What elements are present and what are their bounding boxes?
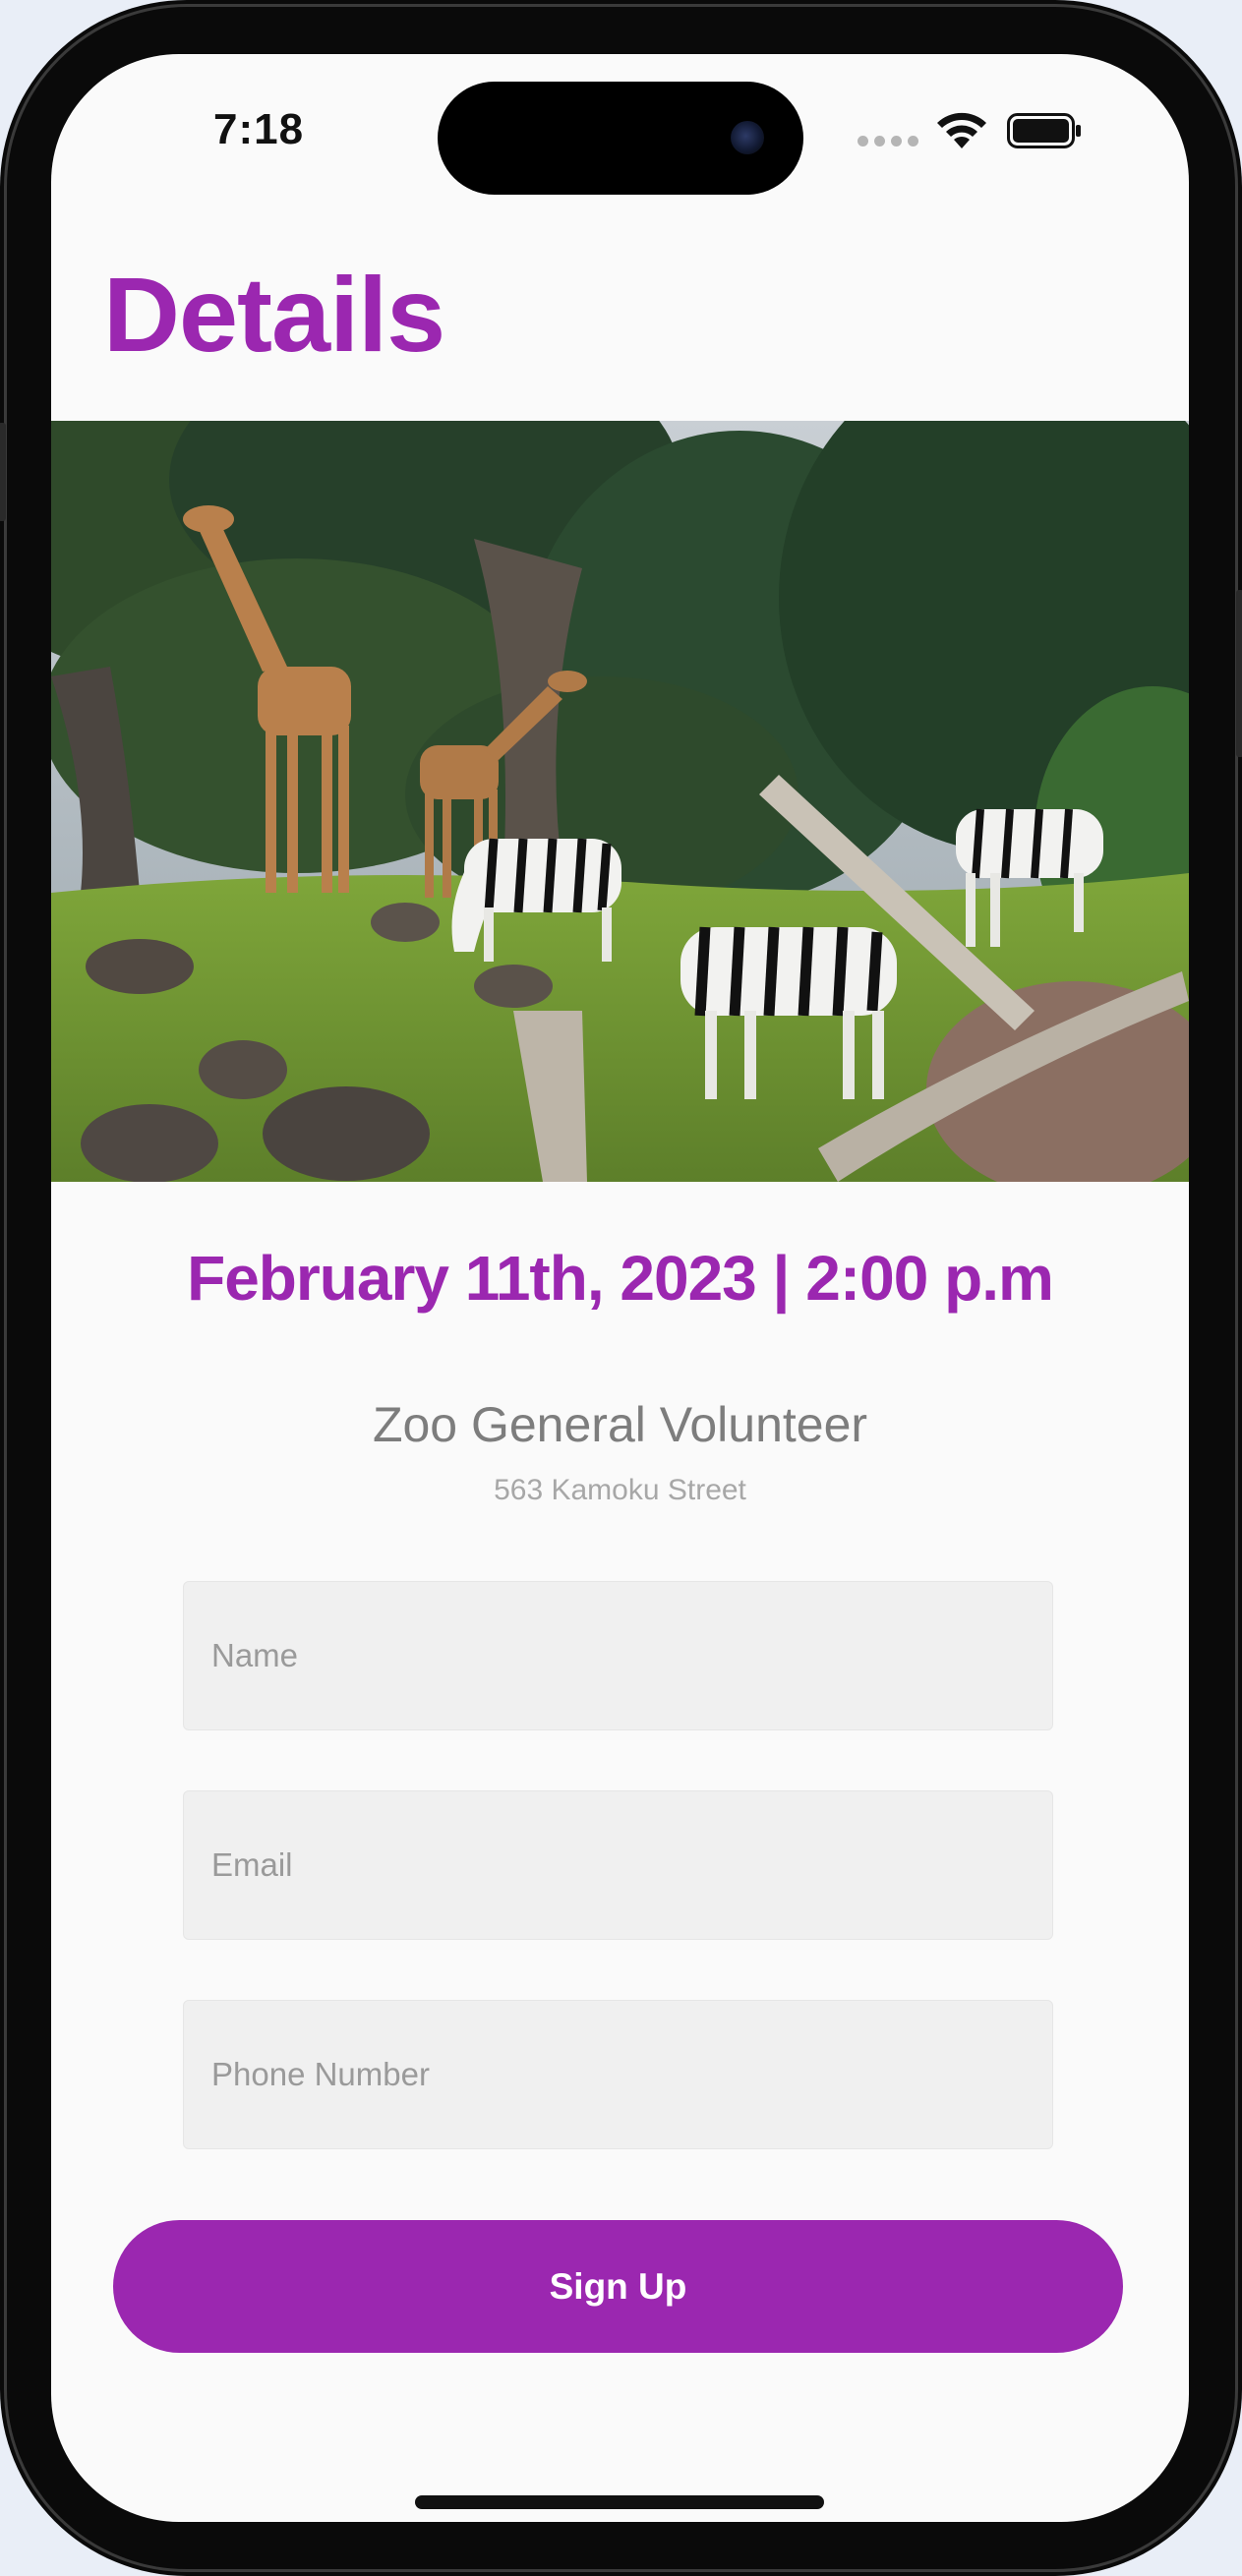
- name-input[interactable]: [183, 1581, 1053, 1730]
- event-name: Zoo General Volunteer: [372, 1397, 868, 1452]
- page-title: Details: [103, 255, 445, 374]
- hero-image: [51, 421, 1189, 1182]
- sign-up-button[interactable]: Sign Up: [113, 2220, 1123, 2353]
- status-time: 7:18: [213, 105, 305, 153]
- battery-icon: [1007, 113, 1081, 148]
- dynamic-island: [438, 82, 803, 195]
- home-indicator[interactable]: [415, 2495, 824, 2509]
- wifi-icon: [937, 112, 986, 148]
- phone-number-input[interactable]: [183, 2000, 1053, 2149]
- email-input[interactable]: [183, 1790, 1053, 1940]
- app-screen: 7:18 Details February 11th, 2023 | 2:00 …: [51, 54, 1189, 2522]
- cellular-signal-icon: [858, 135, 920, 146]
- device-side-button-right: [1236, 590, 1242, 757]
- event-address: 563 Kamoku Street: [494, 1474, 746, 1506]
- status-bar: 7:18: [51, 54, 1189, 202]
- event-datetime: February 11th, 2023 | 2:00 p.m: [187, 1243, 1054, 1314]
- device-side-button-left: [0, 423, 6, 521]
- camera-lens-icon: [731, 121, 764, 154]
- zoo-photo-icon: [51, 421, 1189, 1182]
